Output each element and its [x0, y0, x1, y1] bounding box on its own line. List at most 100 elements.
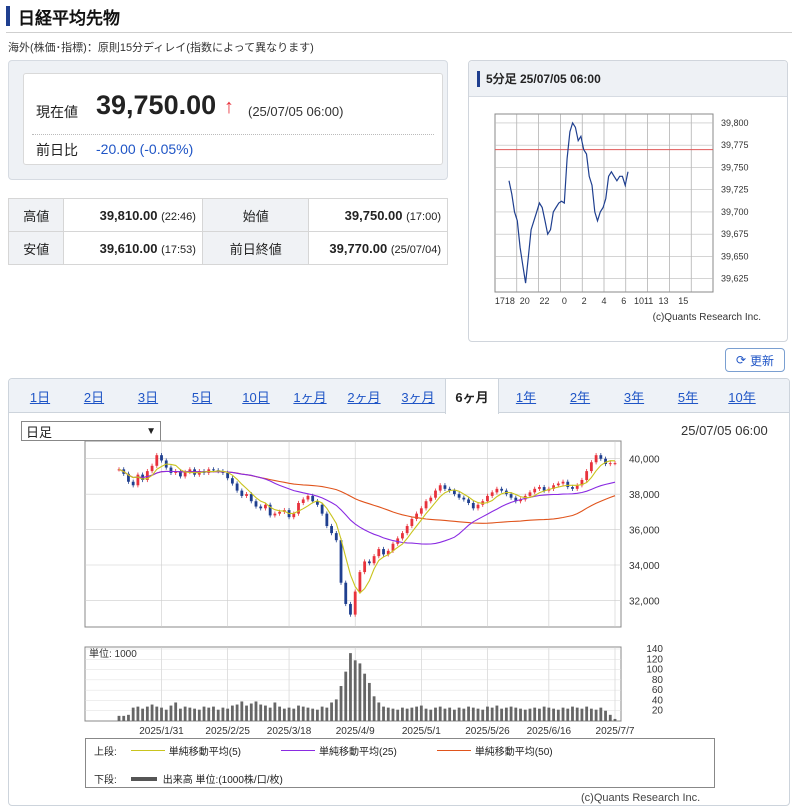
volume-bar — [538, 708, 541, 721]
volume-bar — [334, 699, 338, 721]
candle-body — [325, 513, 329, 527]
volume-bar — [363, 673, 367, 721]
candle-body — [226, 472, 230, 479]
candle-body — [566, 481, 570, 488]
ohlc-row-low: 安値 39,610.00 (17:53) 前日終値 39,770.00 (25/… — [7, 231, 448, 265]
volume-bar — [254, 701, 258, 721]
volume-bar — [452, 709, 456, 721]
low-label: 安値 — [7, 231, 65, 265]
volume-bar — [471, 707, 475, 721]
candle-body — [401, 533, 404, 539]
current-price-label: 現在値 — [36, 104, 78, 120]
open-label: 始値 — [201, 198, 310, 232]
candle-body — [476, 504, 480, 509]
candle-body — [212, 469, 215, 471]
volume-bar — [349, 653, 352, 721]
volume-bar — [547, 707, 551, 721]
volume-bar — [301, 706, 305, 721]
refresh-button[interactable]: ⟳ 更新 — [725, 348, 785, 372]
intraday-y-tick: 39,775 — [721, 140, 749, 150]
volume-bar — [306, 707, 310, 721]
candle-body — [495, 488, 499, 493]
volume-bar — [589, 708, 593, 721]
high-value: 39,810.00 — [99, 207, 158, 223]
volume-bar — [405, 708, 409, 721]
open-time: (17:00) — [406, 210, 441, 223]
candle-body — [571, 487, 574, 489]
volume-bar — [434, 707, 437, 721]
candle-body — [358, 572, 362, 592]
volume-bar — [528, 708, 532, 721]
prev-close-cell: 39,770.00 (25/07/04) — [308, 231, 448, 265]
intraday-y-tick: 39,700 — [721, 207, 749, 217]
intraday-y-tick: 39,650 — [721, 251, 749, 261]
candle-body — [589, 462, 593, 472]
ma25-swatch — [281, 750, 316, 751]
candle-body — [538, 487, 541, 489]
volume-bar — [448, 707, 452, 721]
volume-bar — [145, 706, 149, 721]
date-tick: 2025/7/7 — [596, 726, 635, 737]
candle-body — [410, 518, 414, 527]
candle-body — [160, 455, 163, 461]
volume-bar — [561, 707, 565, 721]
candle-body — [528, 492, 532, 496]
price-y-tick: 40,000 — [629, 455, 660, 466]
volume-bar — [297, 705, 300, 721]
volume-bar — [523, 709, 527, 721]
candle-body — [561, 481, 565, 484]
date-tick: 2025/1/31 — [139, 726, 184, 737]
volume-bar — [127, 714, 130, 721]
candle-body — [509, 494, 513, 498]
volume-bar — [556, 709, 560, 721]
volume-bar — [216, 709, 220, 721]
candle-body — [292, 513, 296, 518]
candle-body — [457, 494, 461, 498]
volume-bar — [599, 707, 603, 721]
volume-bar — [122, 715, 126, 721]
volume-bar — [197, 709, 201, 721]
high-label: 高値 — [7, 198, 65, 232]
volume-bar — [519, 708, 522, 721]
current-price-time: (25/07/05 06:00) — [248, 104, 344, 119]
change-value: -20.00 (-0.05%) — [96, 141, 194, 157]
volume-swatch — [130, 776, 157, 781]
candle-body — [131, 481, 135, 486]
intraday-x-tick: 6 — [621, 296, 626, 306]
price-y-tick: 38,000 — [629, 490, 660, 501]
volume-bar — [476, 708, 480, 721]
candle-body — [500, 488, 504, 491]
candle-body — [594, 455, 598, 463]
refresh-icon: ⟳ — [735, 353, 747, 367]
price-y-tick: 36,000 — [629, 526, 660, 537]
candle-body — [443, 485, 447, 489]
volume-bar — [594, 709, 598, 721]
candle-body — [556, 483, 560, 486]
volume-bar — [131, 707, 135, 721]
change-label: 前日比 — [36, 142, 78, 158]
volume-bar — [264, 705, 267, 721]
volume-bar — [575, 707, 579, 721]
volume-bar — [613, 718, 617, 721]
refresh-label: 更新 — [750, 353, 775, 368]
volume-bar — [467, 706, 470, 721]
intraday-header: 5分足 25/07/05 06:00 — [469, 61, 787, 97]
ma5-swatch — [130, 750, 165, 751]
intraday-x-tick: 1718 — [495, 296, 515, 306]
candle-body — [452, 490, 456, 495]
candle-body — [585, 471, 589, 480]
candle-body — [301, 499, 305, 503]
candle-body — [599, 455, 603, 459]
volume-bar — [504, 707, 508, 721]
ma50-swatch — [436, 750, 471, 751]
intraday-x-tick: 20 — [520, 296, 530, 306]
low-time: (17:53) — [161, 243, 196, 256]
date-tick: 2025/5/26 — [465, 726, 510, 737]
volume-bar — [457, 707, 461, 721]
volume-bar — [367, 682, 371, 721]
header-divider — [6, 32, 792, 33]
intraday-y-tick: 39,750 — [721, 162, 749, 172]
intraday-y-tick: 39,675 — [721, 229, 749, 239]
intraday-y-tick: 39,625 — [721, 274, 749, 284]
volume-bar — [188, 707, 192, 721]
